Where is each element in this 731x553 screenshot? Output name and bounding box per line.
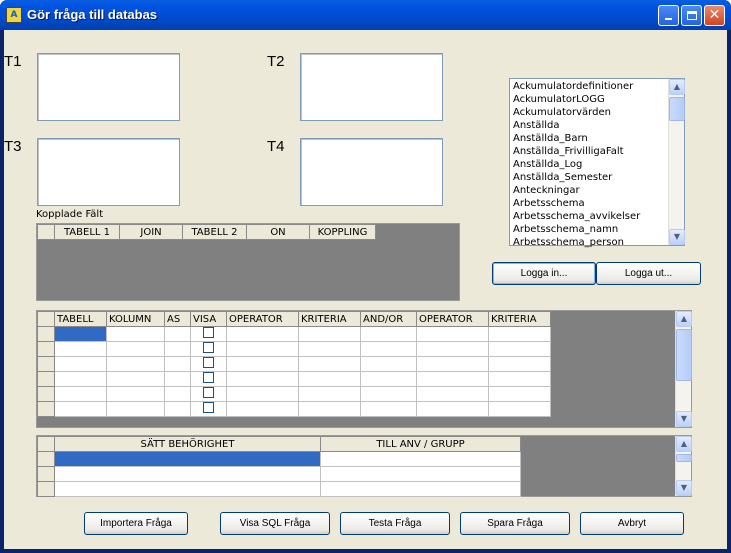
scroll-thumb[interactable] [676, 454, 692, 462]
tables-list: Ackumulatordefinitioner AckumulatorLOGG Ac… [511, 80, 667, 249]
list-item[interactable]: Arbetsschema [511, 197, 667, 210]
list-item[interactable]: Anställda_Log [511, 158, 667, 171]
table-row[interactable] [37, 466, 521, 482]
query-col-header: OPERATOR [226, 311, 299, 327]
scroll-down-icon[interactable]: ▼ [669, 229, 685, 245]
list-item[interactable]: Anställda_FrivilligaFalt [511, 145, 667, 158]
query-col-header: AS [164, 311, 191, 327]
tables-listbox[interactable]: Ackumulatordefinitioner AckumulatorLOGG Ac… [509, 78, 685, 249]
maximize-icon [686, 11, 697, 20]
list-item[interactable]: Anteckningar [511, 184, 667, 197]
visa-checkbox[interactable] [203, 342, 214, 353]
query-col-header: TABELL [54, 311, 107, 327]
linked-fields-label: Kopplade Fält [36, 209, 104, 220]
table-row[interactable] [37, 386, 551, 402]
visa-checkbox[interactable] [203, 327, 214, 338]
label-t1: T1 [4, 53, 22, 70]
list-item[interactable]: Arbetsschema_person [511, 236, 667, 249]
show-sql-button[interactable]: Visa SQL Fråga [220, 512, 330, 535]
join-grid[interactable]: TABELL 1 JOIN TABELL 2 ON KOPPLING [36, 223, 460, 301]
tables-scrollbar[interactable]: ▲ ▼ [668, 79, 685, 245]
table-box-t4[interactable] [300, 138, 443, 206]
maximize-button[interactable] [681, 5, 702, 26]
list-item[interactable]: Anställda_Barn [511, 132, 667, 145]
test-query-button[interactable]: Testa Fråga [340, 512, 450, 535]
table-row[interactable] [37, 451, 521, 467]
label-t3: T3 [4, 138, 22, 155]
minimize-button[interactable] [658, 5, 679, 26]
scroll-thumb[interactable] [669, 97, 685, 121]
app-icon: A [6, 7, 22, 23]
table-box-t1[interactable] [37, 53, 180, 121]
query-window: A Gör fråga till databas ✕ T1 T2 T3 T4 A… [0, 0, 731, 553]
cancel-button[interactable]: Avbryt [580, 512, 684, 535]
query-scrollbar[interactable]: ▲ ▼ [675, 311, 692, 427]
join-col-header: TABELL 2 [182, 224, 247, 240]
perm-col-header: SÄTT BEHÖRIGHET [54, 436, 321, 452]
table-row[interactable] [37, 371, 551, 387]
scroll-down-icon[interactable]: ▼ [676, 480, 692, 496]
close-button[interactable]: ✕ [704, 5, 725, 26]
save-query-button[interactable]: Spara Fråga [460, 512, 570, 535]
table-box-t3[interactable] [37, 138, 180, 206]
perm-col-header: TILL ANV / GRUPP [320, 436, 521, 452]
table-row[interactable] [37, 356, 551, 372]
join-col-header: KOPPLING [309, 224, 376, 240]
table-row[interactable] [37, 326, 551, 342]
visa-checkbox[interactable] [203, 402, 214, 413]
visa-checkbox[interactable] [203, 387, 214, 398]
join-col-header: JOIN [119, 224, 183, 240]
login-button[interactable]: Logga in... [492, 262, 596, 285]
list-item[interactable]: Anställda [511, 119, 667, 132]
query-grid[interactable]: TABELL KOLUMN AS VISA OPERATOR KRITERIA … [36, 310, 692, 428]
close-icon: ✕ [708, 7, 721, 23]
scroll-up-icon[interactable]: ▲ [676, 436, 692, 452]
join-col-header: TABELL 1 [54, 224, 120, 240]
logout-button[interactable]: Logga ut... [596, 262, 701, 285]
query-col-header: KRITERIA [488, 311, 551, 327]
visa-checkbox[interactable] [203, 372, 214, 383]
permission-grid[interactable]: SÄTT BEHÖRIGHET TILL ANV / GRUPP ▲ ▼ [36, 435, 692, 497]
query-col-header: KRITERIA [298, 311, 361, 327]
title-bar[interactable]: A Gör fråga till databas ✕ [0, 0, 731, 30]
table-box-t2[interactable] [300, 53, 443, 121]
scroll-up-icon[interactable]: ▲ [669, 79, 685, 95]
scroll-up-icon[interactable]: ▲ [676, 311, 692, 327]
query-col-header: VISA [190, 311, 227, 327]
client-area: T1 T2 T3 T4 Ackumulatordefinitioner Ackum… [4, 30, 727, 549]
label-t4: T4 [267, 138, 285, 155]
minimize-icon [665, 18, 672, 20]
label-t2: T2 [267, 53, 285, 70]
query-col-header: AND/OR [360, 311, 417, 327]
list-item[interactable]: Ackumulatorvärden [511, 106, 667, 119]
scroll-down-icon[interactable]: ▼ [676, 411, 692, 427]
query-col-header: KOLUMN [106, 311, 165, 327]
table-row[interactable] [37, 401, 551, 417]
query-col-header: OPERATOR [416, 311, 489, 327]
list-item[interactable]: Arbetsschema_avvikelser [511, 210, 667, 223]
table-row[interactable] [37, 481, 521, 497]
join-col-header: ON [246, 224, 310, 240]
list-item[interactable]: Arbetsschema_namn [511, 223, 667, 236]
import-query-button[interactable]: Importera Fråga [84, 512, 188, 535]
window-title: Gör fråga till databas [27, 7, 158, 22]
perm-scrollbar[interactable]: ▲ ▼ [675, 436, 692, 496]
list-item[interactable]: Ackumulatordefinitioner [511, 80, 667, 93]
visa-checkbox[interactable] [203, 357, 214, 368]
list-item[interactable]: AckumulatorLOGG [511, 93, 667, 106]
table-row[interactable] [37, 341, 551, 357]
scroll-thumb[interactable] [676, 329, 692, 381]
list-item[interactable]: Anställda_Semester [511, 171, 667, 184]
